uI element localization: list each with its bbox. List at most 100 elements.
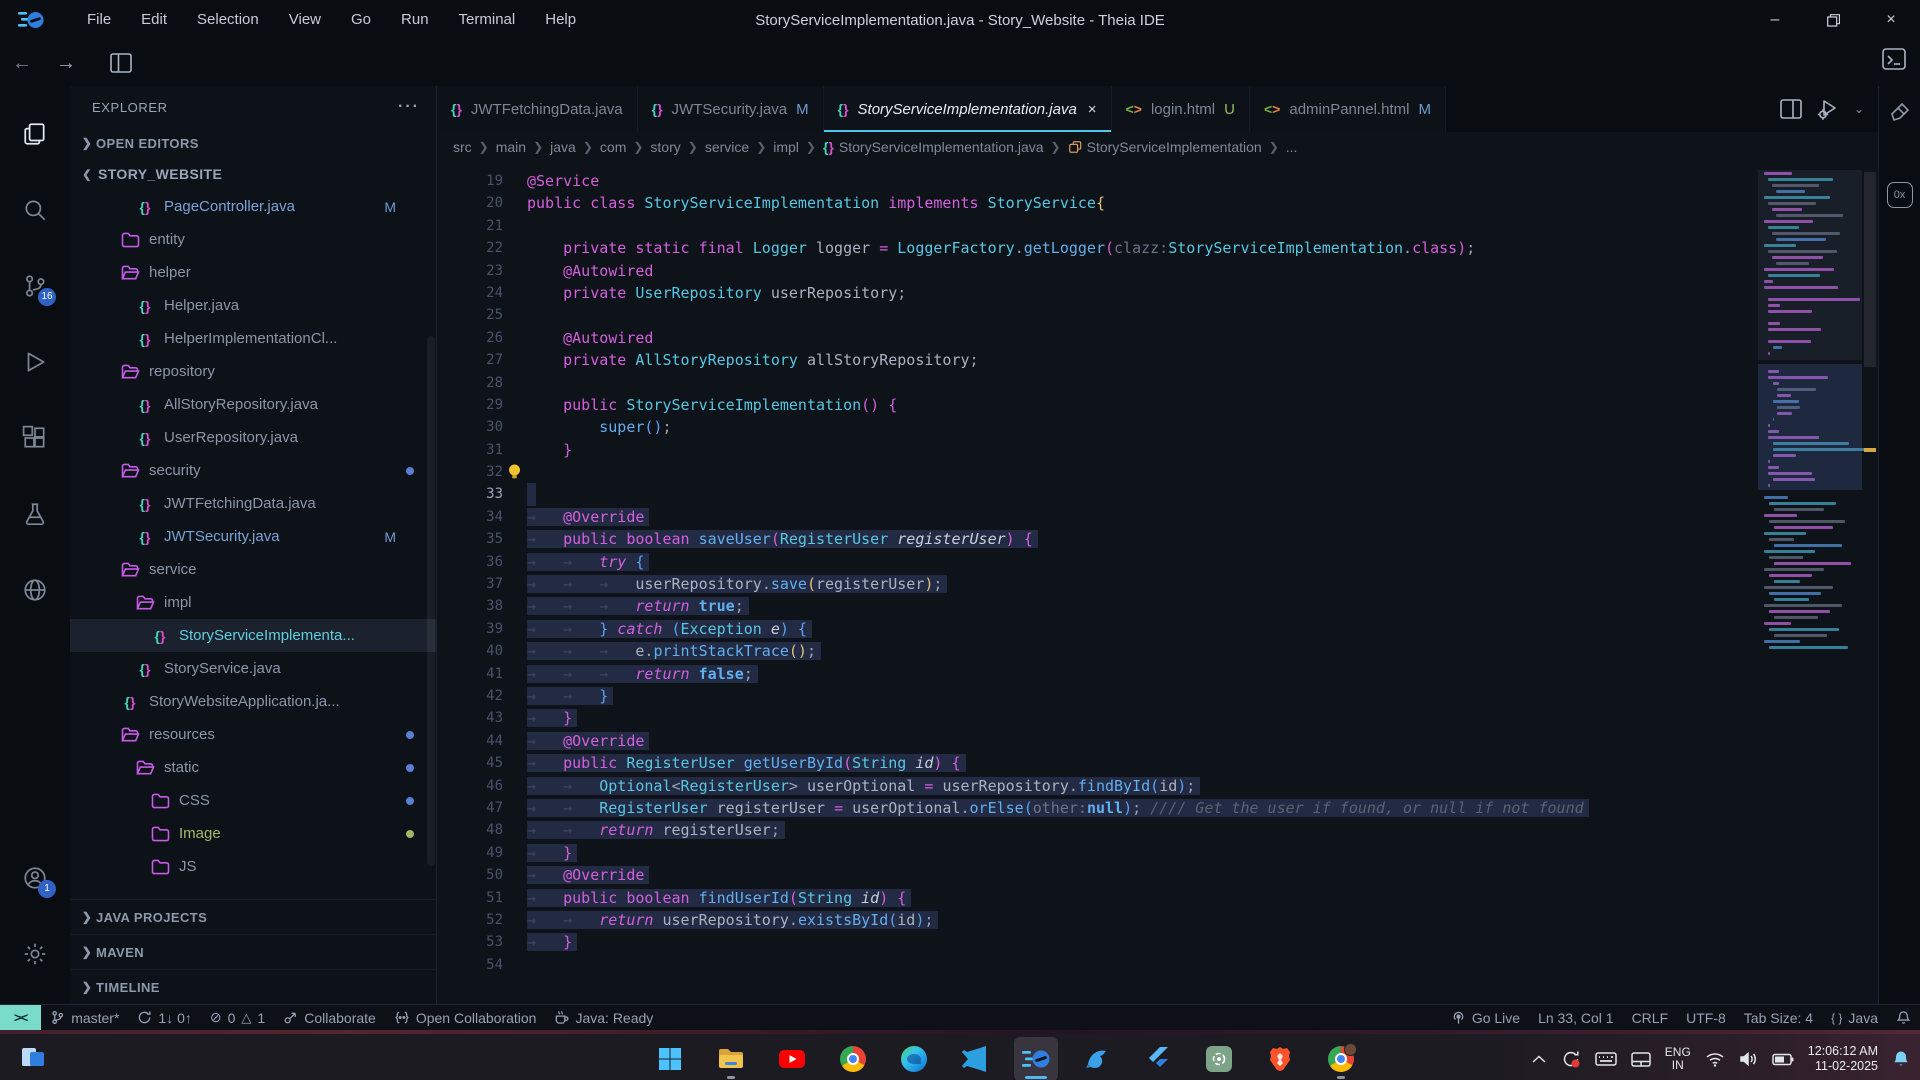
scrollbar-thumb[interactable] — [1864, 172, 1876, 367]
code-line[interactable]: 42→ → } — [437, 685, 1758, 707]
taskbar-youtube-icon[interactable] — [770, 1037, 814, 1080]
remote-indicator[interactable]: >< — [0, 1005, 41, 1030]
tree-item-security[interactable]: security — [70, 454, 436, 487]
code-line[interactable]: 54 — [437, 954, 1758, 976]
status-crlf[interactable]: CRLF — [1623, 1010, 1678, 1026]
breadcrumb-more[interactable]: ... — [1286, 139, 1298, 155]
code-line[interactable]: 52→ → return userRepository.existsById(i… — [437, 909, 1758, 931]
code-line[interactable]: 35→ public boolean saveUser(RegisterUser… — [437, 528, 1758, 550]
code-editor[interactable]: 19@Service20public class StoryServiceImp… — [437, 162, 1758, 1004]
activity-account-icon[interactable]: 1 — [12, 852, 58, 904]
code-line[interactable]: 38→ → → return true; — [437, 595, 1758, 617]
menu-run[interactable]: Run — [386, 0, 444, 40]
code-line[interactable]: 46→ → Optional<RegisterUser> userOptiona… — [437, 775, 1758, 797]
tree-item-entity[interactable]: entity — [70, 223, 436, 256]
code-line[interactable]: 25 — [437, 304, 1758, 326]
code-line[interactable]: 43→ } — [437, 707, 1758, 729]
tray-wifi-icon[interactable] — [1705, 1052, 1725, 1067]
tree-item-static[interactable]: static — [70, 751, 436, 784]
section-java-projects[interactable]: ❯JAVA PROJECTS — [70, 899, 436, 934]
code-line[interactable]: 51→ public boolean findUserId(String id)… — [437, 887, 1758, 909]
activity-search-icon[interactable] — [12, 184, 58, 236]
activity-extensions-icon[interactable] — [12, 412, 58, 464]
menu-view[interactable]: View — [274, 0, 336, 40]
tray-keyboard-icon[interactable] — [1595, 1051, 1617, 1067]
taskbar-chatgpt-icon[interactable] — [1197, 1037, 1241, 1080]
explorer-more-actions-icon[interactable]: ··· — [398, 98, 420, 116]
menu-file[interactable]: File — [72, 0, 126, 40]
tree-item-helper[interactable]: helper — [70, 256, 436, 289]
hex-inspector-icon[interactable]: 0x — [1887, 182, 1913, 208]
code-line[interactable]: 19@Service — [437, 170, 1758, 192]
menu-terminal[interactable]: Terminal — [444, 0, 531, 40]
tree-item-css[interactable]: CSS — [70, 784, 436, 817]
code-line[interactable]: 26 @Autowired — [437, 327, 1758, 349]
toggle-terminal-icon[interactable] — [1882, 48, 1906, 70]
more-actions-chevron-icon[interactable]: ⌄ — [1854, 102, 1864, 116]
tray-touchpad-icon[interactable] — [1631, 1052, 1651, 1067]
code-line[interactable]: 49→ } — [437, 842, 1758, 864]
breadcrumb-symbol[interactable]: StoryServiceImplementation — [1068, 139, 1262, 155]
code-line[interactable]: 45→ public RegisterUser getUserById(Stri… — [437, 752, 1758, 774]
code-line[interactable]: 21 — [437, 215, 1758, 237]
code-line[interactable]: 23 @Autowired — [437, 260, 1758, 282]
tree-item-allstoryrepository-java[interactable]: {}AllStoryRepository.java — [70, 388, 436, 421]
code-line[interactable]: 28 — [437, 372, 1758, 394]
tree-item-jwtsecurity-java[interactable]: {}JWTSecurity.javaM — [70, 520, 436, 553]
menu-go[interactable]: Go — [336, 0, 386, 40]
explorer-scrollbar[interactable] — [427, 336, 435, 866]
close-button[interactable]: × — [1862, 0, 1920, 40]
tray-notification-bell-icon[interactable] — [1892, 1050, 1910, 1068]
taskbar-flutter-icon[interactable] — [1136, 1037, 1180, 1080]
code-line[interactable]: 24 private UserRepository userRepository… — [437, 282, 1758, 304]
status-master-[interactable]: master* — [41, 1010, 128, 1026]
taskbar-dolphin-icon[interactable] — [1075, 1037, 1119, 1080]
code-line[interactable]: 39→ → } catch (Exception e) { — [437, 618, 1758, 640]
tree-item-helperimplementationcl-[interactable]: {}HelperImplementationCl... — [70, 322, 436, 355]
tree-item-js[interactable]: JS — [70, 850, 436, 883]
tree-item-pagecontroller-java[interactable]: {}PageController.javaM — [70, 190, 436, 223]
tree-item-storyserviceimplementa-[interactable]: {}StoryServiceImplementa... — [70, 619, 436, 652]
tab-adminpannel-html[interactable]: <>adminPannel.htmlM — [1250, 86, 1446, 132]
split-editor-icon[interactable] — [110, 53, 132, 73]
tree-item-repository[interactable]: repository — [70, 355, 436, 388]
code-line[interactable]: 20public class StoryServiceImplementatio… — [437, 192, 1758, 214]
menu-selection[interactable]: Selection — [182, 0, 274, 40]
open-editors-section[interactable]: ❯ OPEN EDITORS — [70, 128, 436, 158]
code-line[interactable]: 41→ → → return false; — [437, 663, 1758, 685]
tools-icon[interactable] — [1888, 100, 1912, 124]
tree-item-impl[interactable]: impl — [70, 586, 436, 619]
status-java[interactable]: { }Java — [1822, 1010, 1887, 1026]
workspace-root[interactable]: ❮ STORY_WEBSITE — [70, 158, 436, 190]
code-line[interactable]: 37→ → → userRepository.save(registerUser… — [437, 573, 1758, 595]
tree-item-jwtfetchingdata-java[interactable]: {}JWTFetchingData.java — [70, 487, 436, 520]
taskbar-file-explorer-icon[interactable] — [709, 1037, 753, 1080]
tray-language-switcher[interactable]: ENGIN — [1665, 1046, 1691, 1072]
code-line[interactable]: 29 public StoryServiceImplementation() { — [437, 394, 1758, 416]
code-line[interactable]: 22 private static final Logger logger = … — [437, 237, 1758, 259]
breadcrumb-story[interactable]: story — [650, 139, 680, 155]
code-line[interactable]: 40→ → → e.printStackTrace(); — [437, 640, 1758, 662]
tree-item-image[interactable]: Image — [70, 817, 436, 850]
breadcrumb-src[interactable]: src — [453, 139, 472, 155]
taskbar-theia-icon[interactable] — [1014, 1037, 1058, 1080]
tray-chevron-up-icon[interactable] — [1531, 1054, 1547, 1064]
tray-volume-icon[interactable] — [1739, 1051, 1758, 1067]
code-line[interactable]: 48→ → return registerUser; — [437, 819, 1758, 841]
tree-item-userrepository-java[interactable]: {}UserRepository.java — [70, 421, 436, 454]
code-line[interactable]: 33 — [437, 483, 1758, 505]
code-line[interactable]: 34→ @Override — [437, 506, 1758, 528]
status-collaborate[interactable]: Collaborate — [274, 1010, 385, 1026]
lightbulb-icon[interactable] — [507, 463, 522, 481]
code-line[interactable]: 53→ } — [437, 931, 1758, 953]
status-ln-33-col-1[interactable]: Ln 33, Col 1 — [1529, 1010, 1623, 1026]
section-timeline[interactable]: ❯TIMELINE — [70, 969, 436, 1004]
tab-storyserviceimplementation-java[interactable]: {}StoryServiceImplementation.java× — [824, 86, 1112, 132]
activity-beaker-icon[interactable] — [12, 488, 58, 540]
code-line[interactable]: 36→ → try { — [437, 551, 1758, 573]
code-line[interactable]: 44→ @Override — [437, 730, 1758, 752]
breadcrumb-file[interactable]: {}StoryServiceImplementation.java — [823, 139, 1044, 155]
section-maven[interactable]: ❯MAVEN — [70, 934, 436, 969]
status-java-ready[interactable]: Java: Ready — [545, 1010, 662, 1026]
status-bell[interactable] — [1887, 1010, 1920, 1025]
